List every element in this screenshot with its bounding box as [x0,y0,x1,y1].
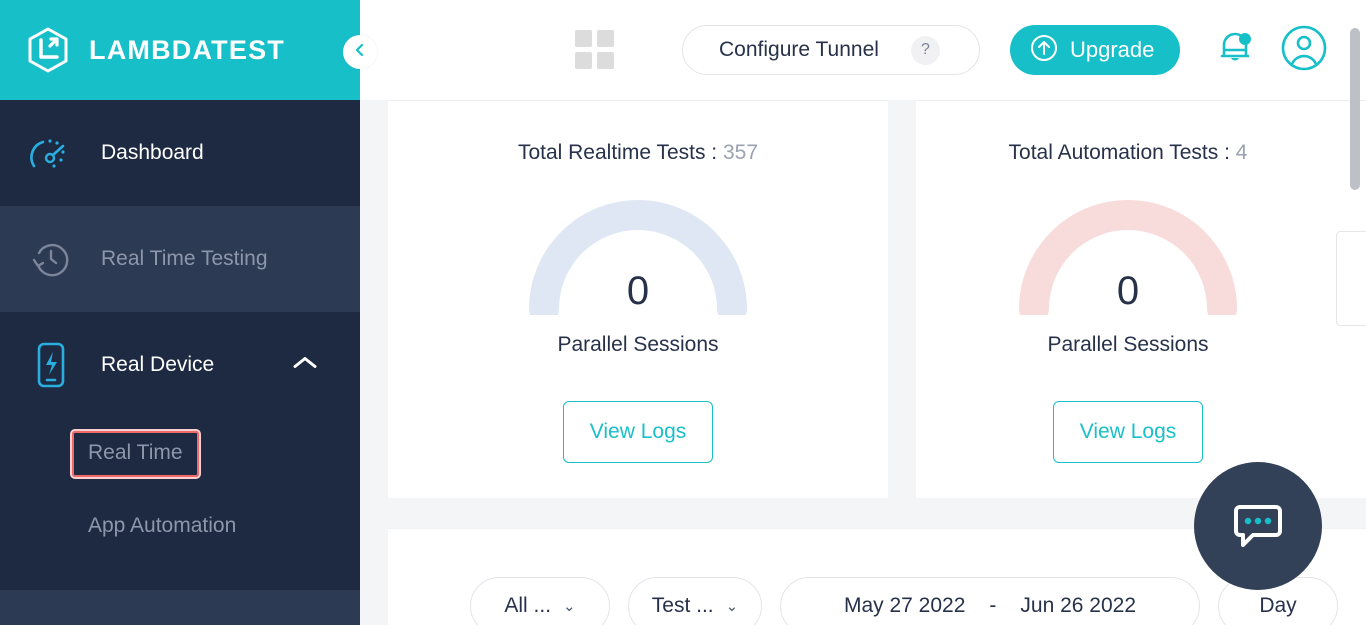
lambdatest-hexagon-logo-icon [26,26,70,74]
next-card-partial [1326,100,1366,498]
bell-icon [1212,25,1258,76]
card-title-count: 357 [723,141,758,164]
gauge-caption: Parallel Sessions [388,333,888,357]
chevron-down-icon: ⌄ [563,597,576,615]
mobile-device-bolt-icon [26,340,76,390]
chevron-left-icon [352,42,368,63]
configure-tunnel-label: Configure Tunnel [719,38,879,62]
brand-header[interactable]: LAMBDATEST [0,0,360,100]
view-logs-button[interactable]: View Logs [1053,401,1203,463]
sidebar-item-label: Real Time Testing [101,247,268,271]
chevron-up-icon[interactable] [292,355,318,376]
sidebar-item-label: Dashboard [101,141,204,165]
sidebar-subitem-label: Real Time [88,441,183,464]
upgrade-label: Upgrade [1070,37,1154,63]
stat-cards-row: Total Realtime Tests : 357 0 Parallel Se… [360,100,1366,498]
configure-tunnel-button[interactable]: Configure Tunnel ? [682,25,980,75]
card-title: Total Realtime Tests : 357 [388,141,888,165]
account-avatar-button[interactable] [1280,26,1328,74]
sidebar: LAMBDATEST [0,0,360,625]
test-type-filter-label: Test ... [652,594,714,618]
sidebar-nav: Dashboard Real Time Testing [0,100,360,562]
arrow-up-circle-icon [1030,34,1058,67]
view-logs-button[interactable]: View Logs [563,401,713,463]
sidebar-subitem-label: App Automation [88,514,236,538]
sidebar-item-dashboard[interactable]: Dashboard [0,100,360,206]
clock-rotate-icon [26,234,76,284]
date-range-picker[interactable]: May 27 2022 - Jun 26 2022 [780,577,1200,625]
page-scrollbar-track[interactable] [1350,0,1360,625]
sidebar-collapse-button[interactable] [343,35,377,69]
granularity-label: Day [1259,594,1296,618]
gauge-caption: Parallel Sessions [916,333,1340,357]
filter-controls: All ... ⌄ Test ... ⌄ May 27 2022 - Jun 2… [470,577,1338,625]
page-scrollbar-thumb[interactable] [1350,28,1360,190]
notifications-button[interactable] [1212,27,1258,73]
sidebar-subitem-real-time[interactable]: Real Time [0,418,360,490]
date-range-end: Jun 26 2022 [1020,594,1136,618]
sidebar-item-real-device[interactable]: Real Device [0,312,360,418]
date-range-separator: - [989,594,996,618]
sidebar-subnav-real-device: Real Time App Automation [0,418,360,562]
sidebar-item-real-time-testing[interactable]: Real Time Testing [0,206,360,312]
speedometer-icon [26,128,76,178]
test-type-filter-dropdown[interactable]: Test ... ⌄ [628,577,762,625]
date-range-start: May 27 2022 [844,594,965,618]
upgrade-button[interactable]: Upgrade [1010,25,1180,75]
card-title-count: 4 [1236,141,1248,164]
card-title-prefix: Total Automation Tests : [1009,141,1230,164]
chat-support-button[interactable] [1194,462,1322,590]
scope-filter-dropdown[interactable]: All ... ⌄ [470,577,610,625]
selection-highlight: Real Time [72,431,199,477]
chat-bubble-icon [1227,493,1289,560]
top-header: Configure Tunnel ? Upgrade [360,0,1366,100]
apps-grid-icon[interactable] [575,30,615,70]
chevron-down-icon: ⌄ [726,597,739,615]
gauge-value: 0 [1117,269,1139,314]
automation-tests-card: Total Automation Tests : 4 0 Parallel Se… [916,100,1340,498]
help-icon[interactable]: ? [911,36,940,65]
card-title-prefix: Total Realtime Tests : [518,141,717,164]
sidebar-footer-row[interactable] [0,590,360,625]
scope-filter-label: All ... [504,594,551,618]
app-root: LAMBDATEST [0,0,1366,625]
sidebar-item-label: Real Device [101,353,214,377]
card-divider-gap [888,100,916,498]
card-title: Total Automation Tests : 4 [916,141,1340,165]
realtime-tests-card: Total Realtime Tests : 357 0 Parallel Se… [388,100,888,498]
brand-name: LAMBDATEST [89,35,285,66]
sidebar-subitem-app-automation[interactable]: App Automation [0,490,360,562]
gauge-value: 0 [627,269,649,314]
user-avatar-icon [1280,24,1328,77]
